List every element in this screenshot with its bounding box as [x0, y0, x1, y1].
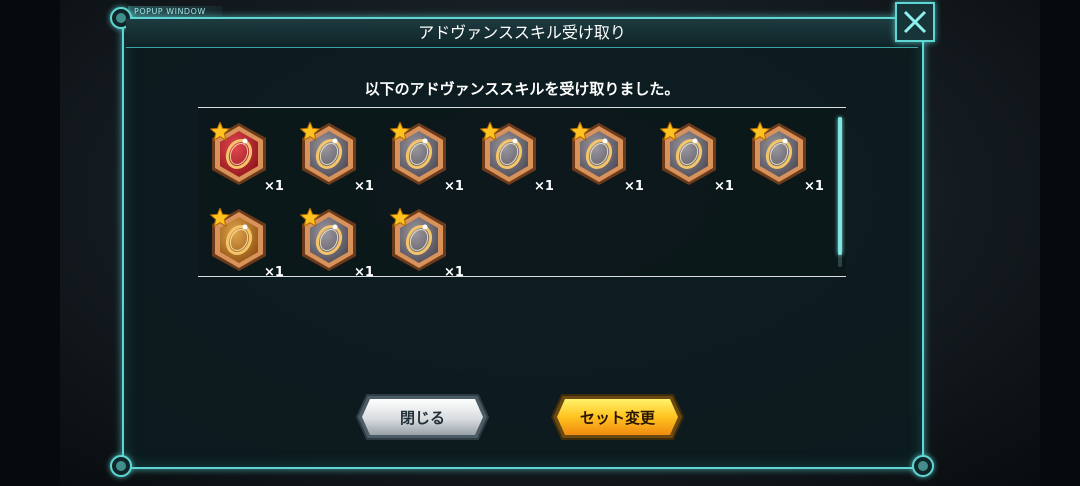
- skill-grid: ×1 ×1 ×1 ×1 ×1 ×1 ×1 ×1 ×1 ×1: [206, 122, 826, 276]
- star-icon: [300, 122, 320, 141]
- set-change-button[interactable]: セット変更: [550, 393, 685, 441]
- star-icon: [480, 122, 500, 141]
- skill-item-quantity: ×1: [264, 179, 284, 194]
- close-button[interactable]: [895, 2, 935, 42]
- star-icon: [570, 122, 590, 141]
- right-letterbox: [1040, 0, 1080, 486]
- skill-item-silver-ring-skill[interactable]: ×1: [296, 208, 374, 276]
- skill-item-bronze-ring-skill[interactable]: ×1: [206, 208, 284, 276]
- skill-item-silver-ring-skill[interactable]: ×1: [296, 122, 374, 194]
- left-letterbox: [0, 0, 60, 486]
- skill-item-quantity: ×1: [804, 179, 824, 194]
- star-icon: [300, 208, 320, 227]
- skill-item-quantity: ×1: [354, 179, 374, 194]
- skill-item-silver-ring-skill[interactable]: ×1: [386, 122, 464, 194]
- scrollbar[interactable]: [838, 117, 842, 267]
- skill-item-silver-ring-skill[interactable]: ×1: [476, 122, 554, 194]
- scrollbar-thumb[interactable]: [838, 117, 842, 255]
- skill-item-quantity: ×1: [624, 179, 644, 194]
- skill-item-silver-ring-skill[interactable]: ×1: [566, 122, 644, 194]
- set-change-button-label: セット変更: [579, 408, 655, 427]
- corner-ornament-bottom-left: [110, 455, 132, 477]
- star-icon: [390, 122, 410, 141]
- close-x-icon: [903, 10, 927, 34]
- skill-item-quantity: ×1: [534, 179, 554, 194]
- skill-item-quantity: ×1: [264, 265, 284, 277]
- received-message: 以下のアドヴァンススキルを受け取りました。: [364, 80, 680, 98]
- popup-window-tag: POPUP WINDOW: [128, 6, 222, 18]
- star-icon: [210, 208, 230, 227]
- popup-title: アドヴァンススキル受け取り: [418, 23, 626, 42]
- skill-item-red-ring-skill[interactable]: ×1: [206, 122, 284, 194]
- skill-item-quantity: ×1: [444, 265, 464, 277]
- skill-list-panel[interactable]: ×1 ×1 ×1 ×1 ×1 ×1 ×1 ×1 ×1 ×1: [198, 107, 846, 277]
- close-popup-button[interactable]: 閉じる: [355, 393, 490, 441]
- skill-item-quantity: ×1: [714, 179, 734, 194]
- skill-item-silver-ring-skill[interactable]: ×1: [656, 122, 734, 194]
- close-popup-button-label: 閉じる: [399, 408, 445, 427]
- star-icon: [660, 122, 680, 141]
- star-icon: [390, 208, 410, 227]
- skill-item-silver-ring-skill[interactable]: ×1: [386, 208, 464, 276]
- corner-ornament-bottom-right: [912, 455, 934, 477]
- skill-item-silver-ring-skill[interactable]: ×1: [746, 122, 824, 194]
- skill-item-quantity: ×1: [444, 179, 464, 194]
- skill-item-quantity: ×1: [354, 265, 374, 277]
- star-icon: [750, 122, 770, 141]
- star-icon: [210, 122, 230, 141]
